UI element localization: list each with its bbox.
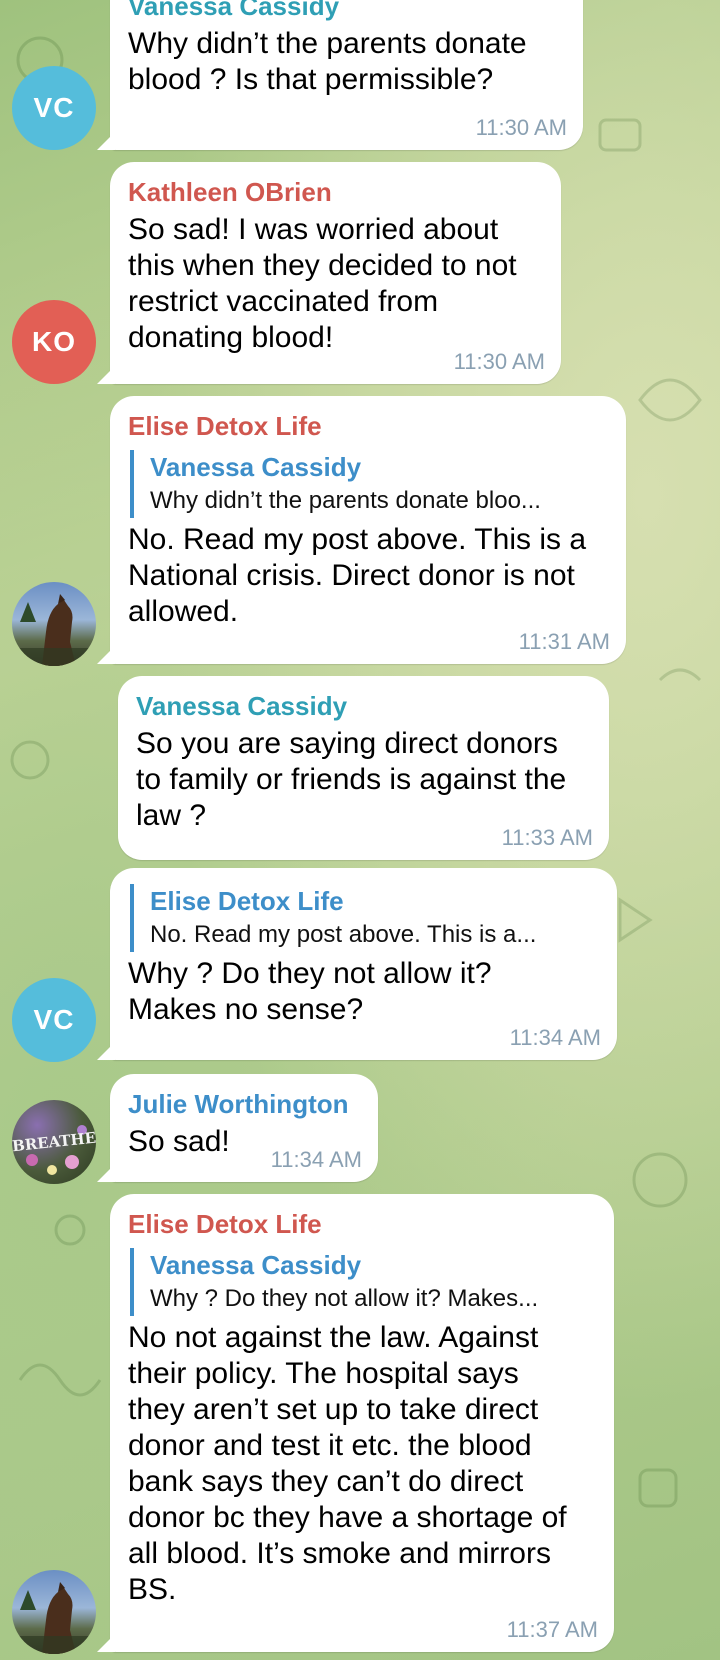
message-bubble[interactable]: Julie Worthington So sad! 11:34 AM — [110, 1074, 378, 1182]
message-text: So sad! I was worried about this when th… — [128, 213, 517, 354]
reply-preview[interactable]: Vanessa Cassidy Why didn’t the parents d… — [130, 450, 602, 518]
message-bubble[interactable]: Elise Detox Life No. Read my post above.… — [110, 868, 617, 1060]
message-text: Why didn’t the parents donate blood ? Is… — [128, 27, 527, 96]
reply-sender-name: Vanessa Cassidy — [150, 1250, 362, 1280]
message-time: 11:30 AM — [453, 349, 545, 374]
message-time: 11:31 AM — [518, 629, 610, 654]
sender-name[interactable]: Elise Detox Life — [128, 410, 608, 442]
avatar[interactable]: VC — [12, 978, 96, 1062]
message-bubble[interactable]: Elise Detox Life Vanessa Cassidy Why did… — [110, 396, 626, 664]
sender-name[interactable]: Elise Detox Life — [128, 1208, 596, 1240]
message-text: Why ? Do they not allow it? Makes no sen… — [128, 957, 492, 1026]
avatar[interactable]: KO — [12, 300, 96, 384]
avatar-initials: KO — [32, 326, 76, 357]
reply-preview[interactable]: Vanessa Cassidy Why ? Do they not allow … — [130, 1248, 590, 1316]
avatar[interactable]: VC — [12, 66, 96, 150]
message-text: No. Read my post above. This is a Nation… — [128, 523, 586, 628]
message-time: 11:33 AM — [501, 825, 593, 850]
reply-snippet: Why ? Do they not allow it? Makes... — [150, 1285, 539, 1312]
reply-preview[interactable]: Elise Detox Life No. Read my post above.… — [130, 884, 590, 952]
avatar[interactable]: BREATHE — [12, 1100, 96, 1184]
reply-sender-name: Elise Detox Life — [150, 886, 344, 916]
horse-photo-icon — [12, 1582, 96, 1654]
avatar[interactable] — [12, 582, 96, 666]
reply-snippet: No. Read my post above. This is a... — [150, 921, 537, 948]
sender-name[interactable]: Kathleen OBrien — [128, 176, 543, 208]
message-time: 11:34 AM — [509, 1025, 601, 1050]
avatar-initials: VC — [33, 1004, 75, 1035]
message-time: 11:30 AM — [475, 115, 567, 140]
message-text: So you are saying direct donors to famil… — [136, 727, 567, 832]
message-bubble[interactable]: Vanessa Cassidy Why didn’t the parents d… — [110, 0, 583, 150]
reply-sender-name: Vanessa Cassidy — [150, 452, 362, 482]
message-bubble[interactable]: Kathleen OBrien So sad! I was worried ab… — [110, 162, 561, 384]
reply-snippet: Why didn’t the parents donate bloo... — [150, 487, 541, 514]
message-bubble[interactable]: Vanessa Cassidy So you are saying direct… — [118, 676, 609, 860]
sender-name[interactable]: Julie Worthington — [128, 1088, 360, 1120]
sender-name[interactable]: Vanessa Cassidy — [128, 0, 565, 22]
horse-photo-icon — [12, 594, 96, 666]
avatar[interactable] — [12, 1570, 96, 1654]
message-text: No not against the law. Against their po… — [128, 1321, 567, 1606]
sender-name[interactable]: Vanessa Cassidy — [136, 690, 591, 722]
message-bubble[interactable]: Elise Detox Life Vanessa Cassidy Why ? D… — [110, 1194, 614, 1652]
message-time: 11:37 AM — [506, 1617, 598, 1642]
avatar-initials: VC — [33, 92, 75, 123]
message-time: 11:34 AM — [270, 1147, 362, 1172]
